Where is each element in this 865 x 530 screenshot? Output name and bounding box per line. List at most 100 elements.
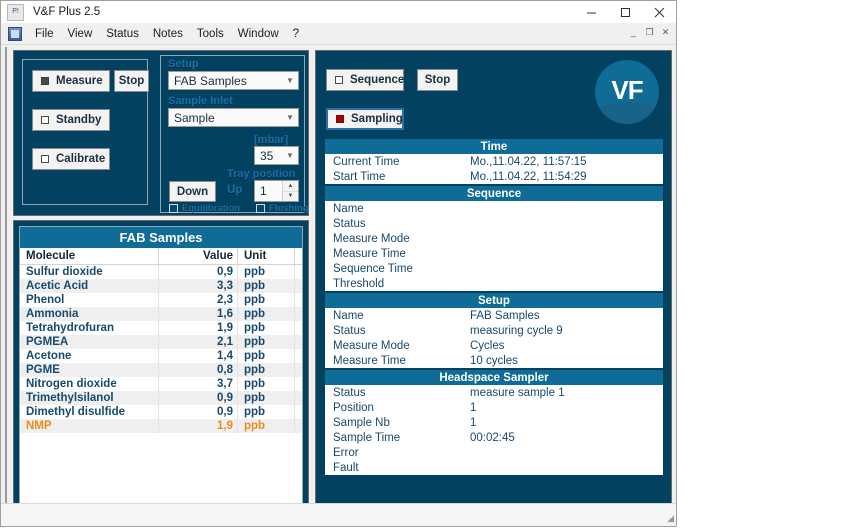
table-row[interactable]: Phenol 2,3 ppb xyxy=(20,293,302,307)
standby-indicator-icon xyxy=(41,116,49,124)
info-row: Measure Mode xyxy=(325,231,663,246)
cell-spacer xyxy=(294,321,302,335)
pressure-unit-label: [mbar] xyxy=(254,134,289,146)
cell-spacer xyxy=(294,293,302,307)
down-button[interactable]: Down xyxy=(169,181,216,202)
menu-item-status[interactable]: Status xyxy=(99,26,146,42)
cell-molecule: Dimethyl disulfide xyxy=(20,405,159,419)
info-key: Measure Time xyxy=(333,354,406,367)
section-body-setup: Name FAB Samples Status measuring cycle 9 Me… xyxy=(325,308,663,368)
sampling-indicator-icon xyxy=(336,115,344,123)
info-value: Mo.,11.04.22, 11:54:29 xyxy=(470,170,587,183)
cell-value: 2,3 xyxy=(158,293,238,307)
cell-value: 0,9 xyxy=(158,264,238,279)
sampling-button-label: Sampling xyxy=(351,113,403,125)
stepper-up-icon[interactable]: ▲ xyxy=(283,181,298,192)
equilibration-checkbox[interactable]: Equilibration xyxy=(169,203,240,214)
stepper-down-icon[interactable]: ▼ xyxy=(283,191,298,201)
info-row: Measure Time xyxy=(325,246,663,261)
info-key: Threshold xyxy=(333,277,385,290)
table-row[interactable]: Acetone 1,4 ppb xyxy=(20,349,302,363)
maximize-icon[interactable] xyxy=(608,1,642,23)
flushing-checkbox[interactable]: Flushing xyxy=(256,203,309,214)
calibrate-button[interactable]: Calibrate xyxy=(32,148,110,170)
samples-panel: FAB Samples Molecule Value Unit Sulfur d… xyxy=(13,220,309,510)
table-row[interactable]: Nitrogen dioxide 3,7 ppb xyxy=(20,377,302,391)
menu-item-tools[interactable]: Tools xyxy=(190,26,231,42)
section-body-time: Current Time Mo.,11.04.22, 11:57:15 Start … xyxy=(325,154,663,184)
menu-item-notes[interactable]: Notes xyxy=(146,26,190,42)
info-key: Current Time xyxy=(333,155,400,168)
standby-button[interactable]: Standby xyxy=(32,109,110,131)
menu-item-view[interactable]: View xyxy=(61,26,100,42)
cell-value: 2,1 xyxy=(158,335,238,349)
section-header-time: Time xyxy=(325,139,663,154)
standby-button-label: Standby xyxy=(56,114,102,126)
table-row[interactable]: Acetic Acid 3,3 ppb xyxy=(20,279,302,293)
tray-position-label: Tray position xyxy=(227,168,296,180)
chevron-down-icon: ▼ xyxy=(286,76,294,85)
table-row[interactable]: NMP 1,9 ppb xyxy=(20,419,302,433)
column-header-spacer[interactable] xyxy=(294,248,302,265)
cell-spacer xyxy=(294,363,302,377)
stop-measure-button[interactable]: Stop xyxy=(114,70,149,92)
table-row[interactable]: Ammonia 1,6 ppb xyxy=(20,307,302,321)
info-row: Start Time Mo.,11.04.22, 11:54:29 xyxy=(325,169,663,184)
samples-table: Molecule Value Unit Sulfur dioxide 0,9 ppb… xyxy=(20,248,302,433)
menu-item-window[interactable]: Window xyxy=(231,26,286,42)
cell-unit: ppb xyxy=(237,279,295,293)
setup-select[interactable]: FAB Samples ▼ xyxy=(168,71,299,90)
control-panel: Measure Stop Standby Calibrate Setup FAB… xyxy=(13,50,309,216)
table-row[interactable]: Dimethyl disulfide 0,9 ppb xyxy=(20,405,302,419)
section-header-sequence: Sequence xyxy=(325,186,663,201)
info-row: Measure Time 10 cycles xyxy=(325,353,663,368)
cell-value: 0,8 xyxy=(158,363,238,377)
table-row[interactable]: PGMEA 2,1 ppb xyxy=(20,335,302,349)
sampling-button[interactable]: Sampling xyxy=(326,108,404,130)
info-key: Sample Nb xyxy=(333,416,390,429)
stepper-arrows-icon[interactable]: ▲ ▼ xyxy=(282,181,298,201)
cell-spacer xyxy=(294,335,302,349)
table-row[interactable]: Sulfur dioxide 0,9 ppb xyxy=(20,264,302,279)
info-row: Status measure sample 1 xyxy=(325,385,663,400)
minimize-icon[interactable] xyxy=(574,1,608,23)
column-header-value[interactable]: Value xyxy=(158,248,238,265)
sample-inlet-select[interactable]: Sample ▼ xyxy=(168,108,299,127)
tray-position-stepper[interactable]: 1 ▲ ▼ xyxy=(254,180,299,202)
table-row[interactable]: PGME 0,8 ppb xyxy=(20,363,302,377)
mdi-close-icon[interactable]: ✕ xyxy=(658,25,673,39)
tray-position-value: 1 xyxy=(260,184,267,198)
cell-value: 1,9 xyxy=(158,321,238,335)
menu-item-file[interactable]: File xyxy=(28,26,61,42)
cell-unit: ppb xyxy=(237,391,295,405)
logo-text: VF xyxy=(611,75,643,105)
cell-molecule: Phenol xyxy=(20,293,159,307)
info-key: Measure Mode xyxy=(333,232,410,245)
pressure-select[interactable]: 35 ▼ xyxy=(254,146,299,165)
info-value: measuring cycle 9 xyxy=(470,324,563,337)
measure-button[interactable]: Measure xyxy=(32,70,110,92)
up-label: Up xyxy=(227,184,243,196)
table-row[interactable]: Tetrahydrofuran 1,9 ppb xyxy=(20,321,302,335)
menu-item-help[interactable]: ? xyxy=(286,26,306,42)
sequence-button[interactable]: Sequence xyxy=(326,69,404,91)
menu-bar: File View Status Notes Tools Window ? xyxy=(1,23,676,45)
setup-label: Setup xyxy=(168,58,199,70)
cell-molecule: Acetone xyxy=(20,349,159,363)
cell-value: 0,9 xyxy=(158,405,238,419)
mdi-minimize-icon[interactable]: _ xyxy=(626,25,641,39)
resize-grip[interactable]: ◢ xyxy=(662,512,674,524)
stop-sequence-button[interactable]: Stop xyxy=(417,69,458,91)
section-body-sequence: Name Status Measure Mode Measure Time Sequen… xyxy=(325,201,663,291)
cell-value: 1,6 xyxy=(158,307,238,321)
window-title: V&F Plus 2.5 xyxy=(33,6,101,18)
mdi-restore-icon[interactable]: ❐ xyxy=(642,25,657,39)
mdi-child-icon xyxy=(8,26,22,41)
cell-molecule: Acetic Acid xyxy=(20,279,159,293)
info-value: Mo.,11.04.22, 11:57:15 xyxy=(470,155,587,168)
column-header-unit[interactable]: Unit xyxy=(237,248,295,265)
sample-inlet-select-value: Sample xyxy=(174,110,215,125)
close-icon[interactable] xyxy=(642,1,676,23)
column-header-molecule[interactable]: Molecule xyxy=(20,248,159,265)
table-row[interactable]: Trimethylsilanol 0,9 ppb xyxy=(20,391,302,405)
